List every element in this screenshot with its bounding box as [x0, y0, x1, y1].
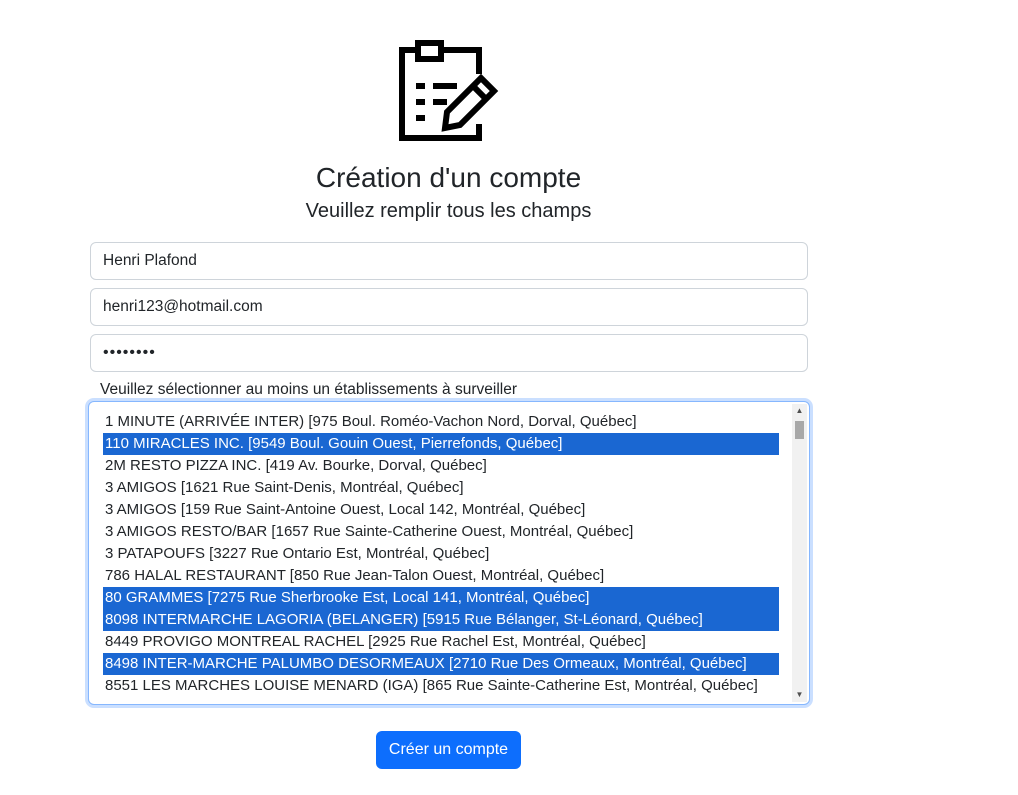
clipboard-edit-icon [399, 40, 499, 141]
establishment-option[interactable]: 3 AMIGOS [1621 Rue Saint-Denis, Montréal… [103, 477, 779, 499]
establishment-option[interactable]: 8551 LES MARCHES LOUISE MENARD (IGA) [86… [103, 675, 779, 697]
establishment-option[interactable]: 3 AMIGOS RESTO/BAR [1657 Rue Sainte-Cath… [103, 521, 779, 543]
establishments-options: 1 MINUTE (ARRIVÉE INTER) [975 Boul. Romé… [103, 411, 779, 697]
establishment-option[interactable]: 1 MINUTE (ARRIVÉE INTER) [975 Boul. Romé… [103, 411, 779, 433]
establishment-option[interactable]: 3 AMIGOS [159 Rue Saint-Antoine Ouest, L… [103, 499, 779, 521]
name-field[interactable]: Henri Plafond [90, 242, 808, 280]
scrollbar-thumb[interactable] [795, 421, 804, 439]
password-field[interactable]: •••••••• [90, 334, 808, 372]
page-subtitle: Veuillez remplir tous les champs [305, 200, 592, 222]
scroll-down-arrow-icon[interactable]: ▼ [792, 688, 807, 702]
listbox-scrollbar[interactable]: ▲ ▼ [792, 404, 807, 702]
page-title: Création d'un compte [315, 162, 582, 193]
establishment-option[interactable]: 8449 PROVIGO MONTREAL RACHEL [2925 Rue R… [103, 631, 779, 653]
establishments-label: Veuillez sélectionner au moins un établi… [100, 381, 517, 398]
establishment-option[interactable]: 80 GRAMMES [7275 Rue Sherbrooke Est, Loc… [103, 587, 779, 609]
create-account-button[interactable]: Créer un compte [376, 731, 521, 769]
establishment-option[interactable]: 786 HALAL RESTAURANT [850 Rue Jean-Talon… [103, 565, 779, 587]
scroll-up-arrow-icon[interactable]: ▲ [792, 404, 807, 418]
establishment-option[interactable]: 3 PATAPOUFS [3227 Rue Ontario Est, Montr… [103, 543, 779, 565]
establishment-option[interactable]: 2M RESTO PIZZA INC. [419 Av. Bourke, Dor… [103, 455, 779, 477]
establishment-option[interactable]: 8098 INTERMARCHE LAGORIA (BELANGER) [591… [103, 609, 779, 631]
establishments-select[interactable]: 1 MINUTE (ARRIVÉE INTER) [975 Boul. Romé… [88, 401, 810, 705]
establishment-option[interactable]: 110 MIRACLES INC. [9549 Boul. Gouin Oues… [103, 433, 779, 455]
establishment-option[interactable]: 8498 INTER-MARCHE PALUMBO DESORMEAUX [27… [103, 653, 779, 675]
email-field[interactable]: henri123@hotmail.com [90, 288, 808, 326]
